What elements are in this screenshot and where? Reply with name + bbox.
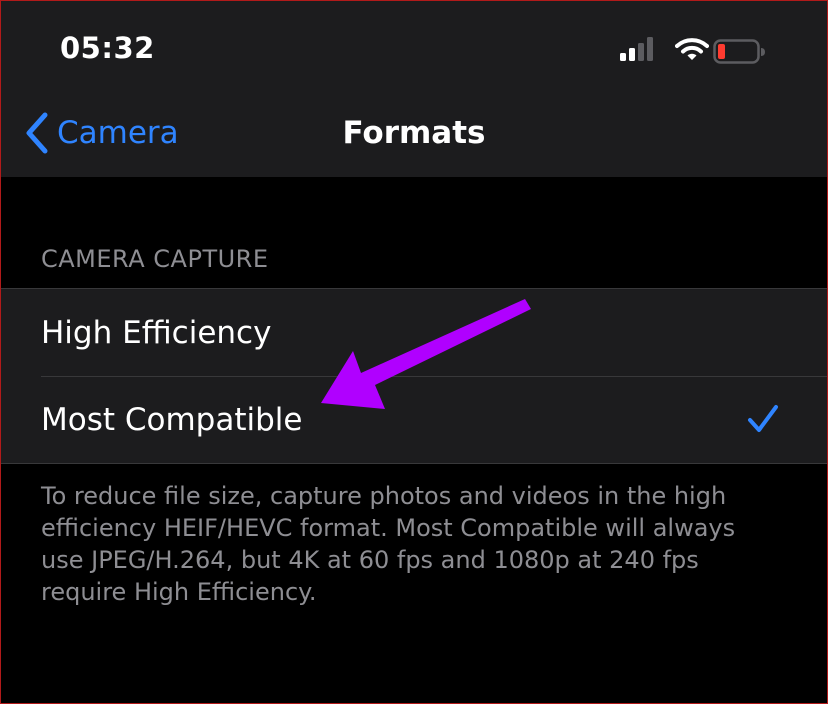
battery-low-icon: [713, 39, 765, 64]
settings-screen: 05:32 Camera Formats CAMERA CAPTURE High…: [0, 0, 828, 704]
page-title: Formats: [342, 115, 486, 151]
status-time: 05:32: [60, 31, 155, 65]
option-label: High Efficiency: [41, 314, 272, 351]
wifi-icon: [675, 38, 709, 60]
option-high-efficiency[interactable]: High Efficiency: [1, 289, 827, 377]
cellular-signal-icon: [620, 37, 653, 61]
section-footer: To reduce file size, capture photos and …: [41, 482, 736, 606]
option-label: Most Compatible: [41, 401, 303, 438]
format-options-list: High Efficiency Most Compatible: [1, 288, 827, 464]
top-bar: 05:32 Camera Formats: [1, 1, 827, 177]
section-header: CAMERA CAPTURE: [41, 245, 269, 273]
option-most-compatible[interactable]: Most Compatible: [1, 376, 827, 463]
checkmark-icon: [748, 405, 778, 432]
